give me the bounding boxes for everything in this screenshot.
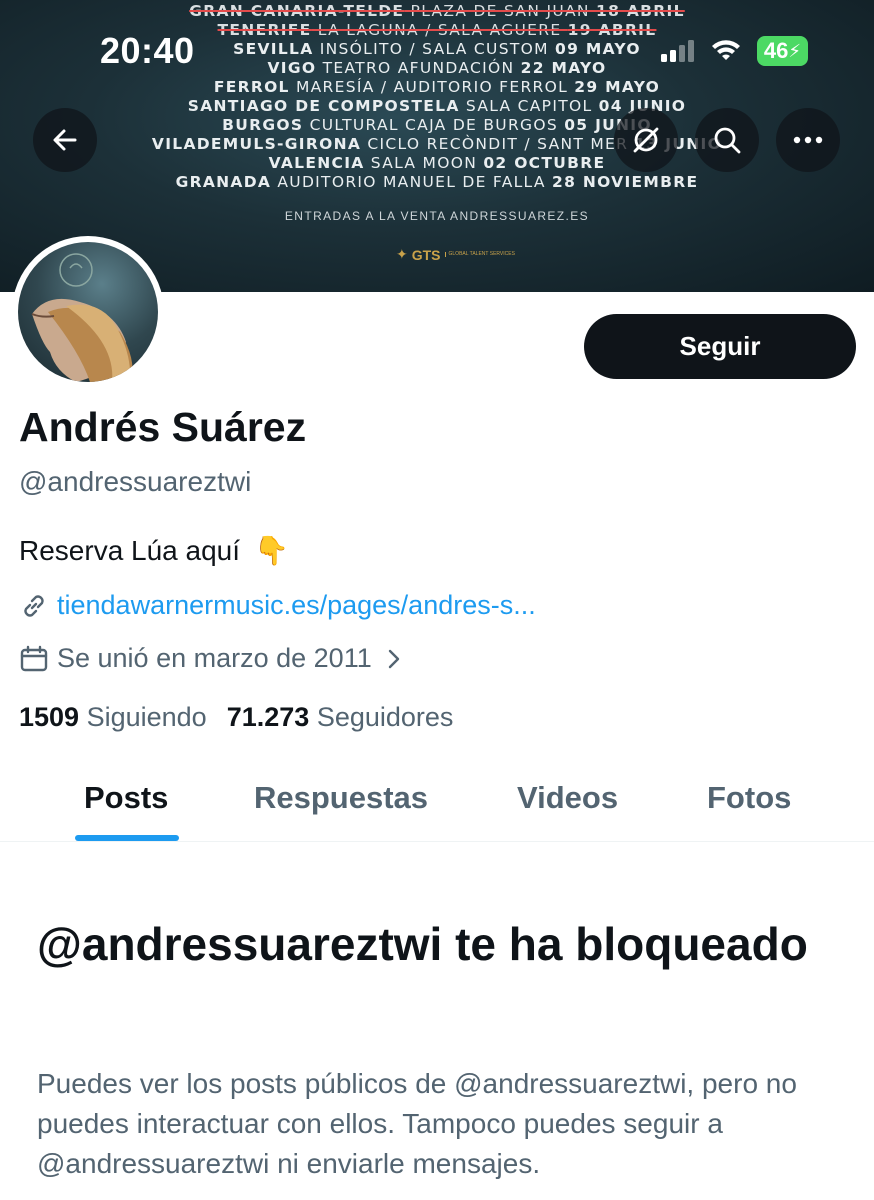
search-icon: [714, 127, 741, 154]
following-stat[interactable]: 1509 Siguiendo: [19, 702, 207, 733]
status-time: 20:40: [100, 30, 195, 71]
chevron-right-icon: [388, 649, 399, 668]
bio-text: Reserva Lúa aquí: [19, 534, 241, 566]
active-tab-indicator: [75, 835, 179, 841]
tour-line: FERROL MARESÍA / AUDITORIO FERROL 29 MAY…: [213, 78, 661, 96]
profile-tabs: Posts Respuestas Videos Fotos: [0, 762, 874, 842]
joined-row[interactable]: Se unió en marzo de 2011: [19, 643, 404, 674]
followers-stat[interactable]: 71.273 Seguidores: [227, 702, 454, 733]
calendar-icon: [20, 645, 48, 671]
avatar-illustration: [31, 253, 133, 382]
wifi-icon: [711, 40, 740, 60]
tab-videos[interactable]: Videos: [517, 780, 618, 816]
tab-respuestas[interactable]: Respuestas: [254, 780, 428, 816]
avatar-photo: [18, 242, 158, 382]
follow-button[interactable]: Seguir: [584, 314, 856, 379]
search-button[interactable]: [695, 108, 759, 172]
tour-line: GRAN CANARIA-TELDE PLAZA DE SAN JUAN 18 …: [189, 2, 685, 20]
follow-stats: 1509 Siguiendo 71.273 Seguidores: [19, 702, 453, 733]
gts-logo-text: GTS: [411, 246, 441, 263]
gts-logo: ✦ GTS GLOBAL TALENT SERVICES: [396, 246, 515, 263]
profile-handle: @andressuareztwi: [19, 466, 252, 497]
no-notifications-icon: [633, 127, 659, 153]
profile-name: Andrés Suárez: [19, 404, 307, 450]
profile-link-row[interactable]: tiendawarnermusic.es/pages/andres-s...: [19, 590, 536, 621]
blocked-title: @andressuareztwi te ha bloqueado: [37, 918, 808, 970]
profile-bio: Reserva Lúa aquí 👇: [19, 534, 289, 567]
signal-icon: [660, 40, 694, 62]
blocked-description: Puedes ver los posts públicos de @andres…: [37, 1068, 797, 1179]
banner-footer: ENTRADAS A LA VENTA ANDRESSUAREZ.ES: [284, 209, 590, 223]
pointing-down-emoji: 👇: [254, 535, 289, 566]
tab-posts[interactable]: Posts: [84, 780, 168, 816]
tab-fotos[interactable]: Fotos: [707, 780, 791, 816]
gts-logo-sub: GLOBAL TALENT SERVICES: [444, 252, 515, 257]
back-arrow-icon: [53, 129, 77, 151]
battery-indicator: 46 ⚡: [756, 36, 808, 66]
tour-line: GRANADA AUDITORIO MANUEL DE FALLA 28 NOV…: [175, 173, 699, 191]
status-icons: 46 ⚡: [660, 36, 808, 66]
back-button[interactable]: [33, 108, 97, 172]
avatar[interactable]: [12, 236, 164, 388]
notifications-button[interactable]: [614, 108, 678, 172]
profile-link[interactable]: tiendawarnermusic.es/pages/andres-s...: [57, 590, 536, 621]
charging-icon: ⚡: [788, 40, 801, 61]
more-button[interactable]: [776, 108, 840, 172]
gts-star-icon: ✦: [396, 246, 408, 262]
joined-date: Se unió en marzo de 2011: [57, 643, 372, 673]
more-icon: [793, 136, 823, 144]
link-icon: [24, 594, 44, 617]
